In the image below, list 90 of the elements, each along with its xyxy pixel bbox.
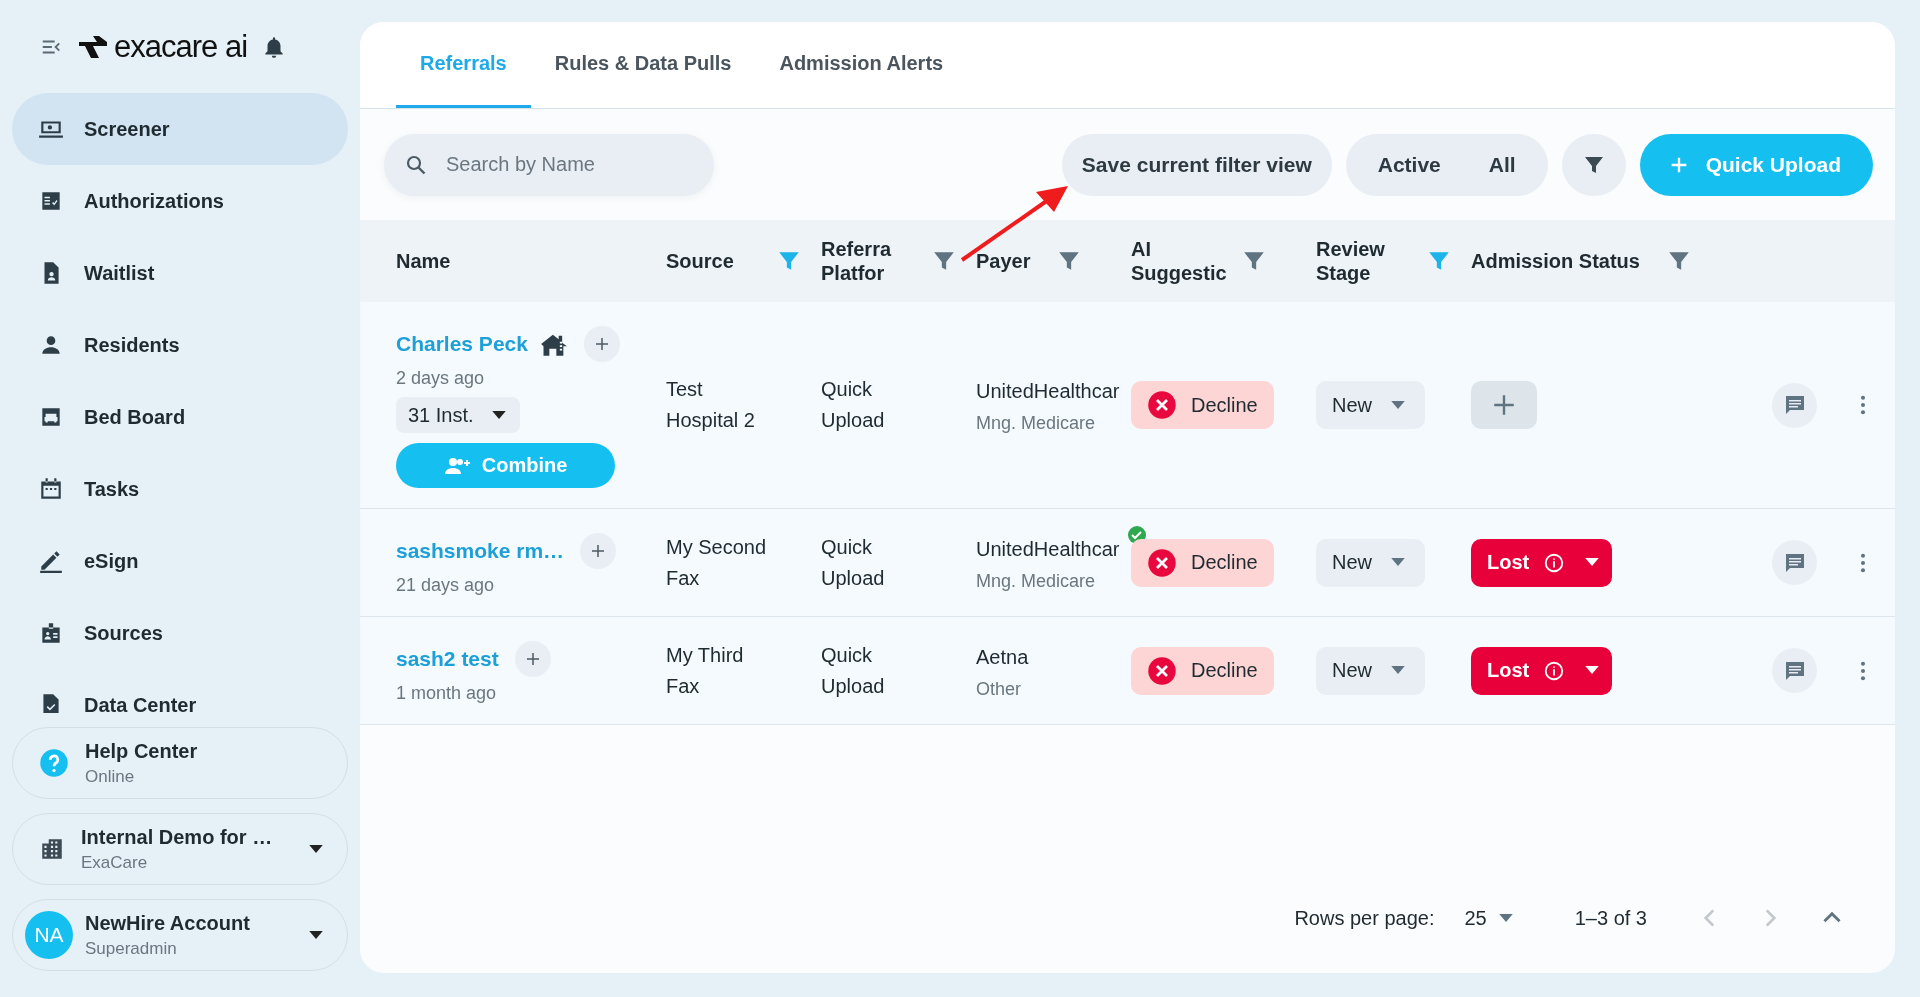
organization-name: Internal Demo for …: [81, 825, 274, 849]
caret-icon: [309, 930, 323, 940]
comment-button[interactable]: [1772, 540, 1817, 585]
nav-item[interactable]: Sources: [12, 597, 348, 669]
referral-age: 21 days ago: [396, 575, 495, 596]
table-row[interactable]: sash2 test 1 month ago My Third Fax Quick Upload Aetna Other Decline New Lost: [360, 617, 1895, 725]
caret-icon: [1391, 400, 1405, 410]
payer-name: UnitedHealthcar: [976, 379, 1121, 404]
nav-item[interactable]: Residents: [12, 309, 348, 381]
platform-text: Quick Upload: [821, 642, 886, 699]
comment-button[interactable]: [1772, 382, 1817, 428]
source-text: My Third Fax: [666, 642, 745, 699]
caret-icon: [1585, 666, 1600, 675]
more-options-icon[interactable]: [1860, 659, 1866, 682]
caret-icon: [309, 844, 323, 854]
avatar: NA: [25, 911, 73, 959]
rows-per-page-label: Rows per page:: [1294, 906, 1435, 930]
info-icon: [1543, 551, 1566, 574]
add-button[interactable]: [583, 326, 620, 362]
logo-text: exacare ai: [114, 28, 248, 65]
review-stage-dropdown[interactable]: New: [1316, 646, 1425, 695]
logo-icon: [76, 33, 110, 60]
payer-name: UnitedHealthcar: [976, 536, 1121, 562]
nav-item[interactable]: Tasks: [12, 453, 348, 525]
building-icon: [39, 836, 65, 862]
add-status-button[interactable]: [1471, 381, 1537, 429]
tab[interactable]: Admission Alerts: [755, 22, 968, 108]
help-icon: [39, 748, 69, 778]
nav-item[interactable]: Data Center: [12, 669, 348, 713]
platform-text: Quick Upload: [821, 534, 886, 591]
help-status: Online: [85, 766, 136, 787]
payer-name: Aetna: [976, 644, 1030, 670]
caret-icon: [491, 410, 506, 420]
nav-item[interactable]: Waitlist: [12, 237, 348, 309]
payer-type: Mng. Medicare: [976, 570, 1097, 592]
source-text: Test Hospital 2: [666, 377, 756, 433]
nav-item[interactable]: Authorizations: [12, 165, 348, 237]
caret-icon: [1391, 558, 1405, 567]
ai-suggestion-chip: Decline: [1131, 538, 1274, 587]
cross-icon: [1147, 390, 1177, 420]
comment-button[interactable]: [1772, 648, 1817, 693]
instances-dropdown[interactable]: 31 Inst.: [396, 397, 520, 433]
nav-icon: [38, 476, 64, 502]
column-header: Source: [666, 249, 735, 273]
tab[interactable]: Rules & Data Pulls: [530, 22, 756, 108]
info-icon: [1543, 659, 1566, 682]
column-header: Name: [396, 249, 451, 273]
platform-text: Quick Upload: [821, 377, 886, 433]
organization-sub: ExaCare: [81, 852, 149, 873]
rows-per-page-dropdown[interactable]: 25: [1458, 905, 1519, 931]
page-range: 1–3 of 3: [1574, 906, 1647, 930]
nav-icon: [38, 548, 64, 574]
admission-status-dropdown[interactable]: Lost: [1471, 538, 1612, 587]
payer-type: Mng. Medicare: [976, 413, 1097, 434]
column-header: Payer: [976, 249, 1032, 273]
more-options-icon[interactable]: [1860, 394, 1866, 416]
admission-status-dropdown[interactable]: Lost: [1471, 646, 1612, 695]
review-stage-dropdown[interactable]: New: [1316, 538, 1425, 587]
referral-age: 1 month ago: [396, 683, 497, 704]
referral-age: 2 days ago: [396, 368, 485, 389]
ai-suggestion-chip: Decline: [1131, 381, 1274, 429]
table-row[interactable]: sashsmoke rm… 21 days ago My Second Fax Quick Upload UnitedHealthcar Mng. Medicare Decline New Lost: [360, 509, 1895, 617]
cross-icon: [1147, 655, 1177, 686]
search-field[interactable]: Search by Name: [384, 133, 714, 196]
help-title: Help Center: [85, 739, 199, 763]
account-role: Superadmin: [85, 938, 178, 959]
nav-item[interactable]: Screener: [12, 93, 348, 165]
nav-item[interactable]: eSign: [12, 525, 348, 597]
scope-option[interactable]: Active: [1353, 133, 1465, 196]
column-header: AI Suggestic: [1131, 237, 1227, 285]
column-header: Referra Platfor: [821, 237, 893, 285]
caret-icon: [1498, 913, 1513, 923]
cross-icon: [1147, 547, 1177, 578]
account-name: NewHire Account: [85, 911, 251, 935]
add-button[interactable]: [514, 641, 551, 677]
table-row[interactable]: Charles Peck 2 days ago 31 Inst. Combine Test Hospital 2 Quick Upload UnitedHealthcar Mng. Medicare Decline New: [360, 302, 1895, 509]
caret-icon: [1391, 666, 1405, 675]
more-options-icon[interactable]: [1860, 551, 1866, 574]
plus-icon: [1491, 392, 1517, 418]
scope-option[interactable]: All: [1464, 133, 1540, 196]
save-filter-view-button[interactable]: Save current filter view: [1061, 133, 1332, 196]
column-header: Admission Status: [1471, 249, 1640, 273]
add-button[interactable]: [580, 533, 617, 569]
caret-icon: [1585, 558, 1600, 567]
review-stage-dropdown[interactable]: New: [1316, 381, 1425, 429]
payer-type: Other: [976, 678, 1023, 700]
source-text: My Second Fax: [666, 534, 768, 591]
ai-suggestion-chip: Decline: [1131, 646, 1274, 695]
column-header: Review Stage: [1316, 237, 1386, 285]
nav-item[interactable]: Bed Board: [12, 381, 348, 453]
